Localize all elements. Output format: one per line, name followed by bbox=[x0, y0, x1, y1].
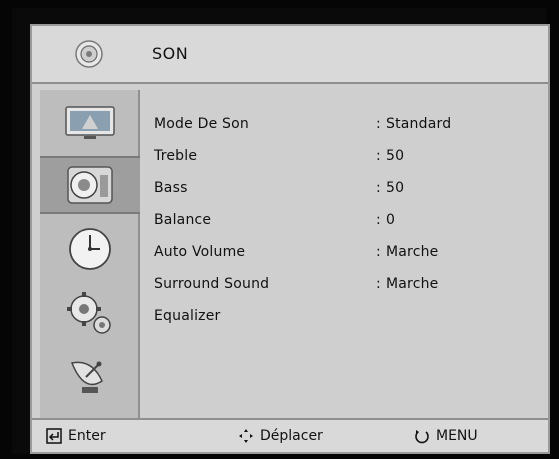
return-icon bbox=[415, 430, 429, 444]
menu-item-value: 50 bbox=[386, 148, 405, 164]
key-hints-footer: Enter Déplacer MENU bbox=[32, 418, 548, 452]
menu-item-value: Marche bbox=[386, 276, 439, 292]
speaker-icon bbox=[67, 166, 113, 204]
satellite-dish-icon bbox=[70, 361, 103, 393]
sidebar-item-picture[interactable] bbox=[46, 94, 134, 152]
sound-settings-list: Mode De Son : Standard Treble : 50 Bass … bbox=[150, 96, 530, 416]
menu-item-sound-mode[interactable]: Mode De Son : Standard bbox=[150, 112, 530, 138]
sidebar-item-channel[interactable] bbox=[46, 348, 134, 406]
menu-item-value: 50 bbox=[386, 180, 405, 196]
enter-icon bbox=[46, 428, 62, 444]
sidebar-item-setup[interactable] bbox=[46, 284, 134, 342]
osd-menu: SON Mode De Son: Standard Treble: 50 B… bbox=[30, 24, 550, 454]
menu-header: SON bbox=[32, 26, 548, 84]
enter-label: Enter bbox=[68, 428, 106, 444]
tv-picture-icon bbox=[65, 106, 115, 139]
menu-item-value: Marche bbox=[386, 244, 439, 260]
tv-screen: SON Mode De Son: Standard Treble: 50 B… bbox=[12, 8, 550, 454]
move-hint: Déplacer bbox=[238, 428, 323, 444]
menu-item-balance[interactable]: Balance : 0 bbox=[150, 208, 530, 234]
move-label: Déplacer bbox=[260, 428, 323, 444]
menu-item-label: Equalizer bbox=[154, 308, 221, 324]
menu-item-value: 0 bbox=[386, 212, 396, 228]
menu-item-label: Balance bbox=[154, 212, 212, 228]
enter-hint: Enter bbox=[46, 428, 106, 444]
menu-item-label: Surround Sound bbox=[154, 276, 270, 292]
menu-item-treble[interactable]: Treble : 50 bbox=[150, 144, 530, 170]
menu-item-label: Auto Volume bbox=[154, 244, 246, 260]
directional-arrows-icon bbox=[239, 429, 253, 443]
menu-item-surround-sound[interactable]: Surround Sound : Marche bbox=[150, 272, 530, 298]
menu-item-bass[interactable]: Bass : 50 bbox=[150, 176, 530, 202]
menu-hint: MENU bbox=[414, 428, 478, 444]
menu-item-auto-volume[interactable]: Auto Volume : Marche bbox=[150, 240, 530, 266]
menu-item-label: Bass bbox=[154, 180, 188, 196]
page-title: SON bbox=[152, 44, 189, 63]
menu-item-value: Standard bbox=[386, 116, 452, 132]
sidebar-item-sound[interactable] bbox=[40, 156, 140, 214]
category-sidebar bbox=[40, 90, 140, 422]
menu-label: MENU bbox=[436, 428, 478, 444]
sidebar-item-time[interactable] bbox=[46, 220, 134, 278]
gears-icon bbox=[67, 292, 111, 334]
menu-item-label: Mode De Son bbox=[154, 116, 249, 132]
menu-item-label: Treble bbox=[154, 148, 198, 164]
menu-item-equalizer[interactable]: Equalizer bbox=[150, 304, 530, 330]
clock-icon bbox=[69, 228, 111, 270]
speaker-icon bbox=[75, 40, 103, 68]
